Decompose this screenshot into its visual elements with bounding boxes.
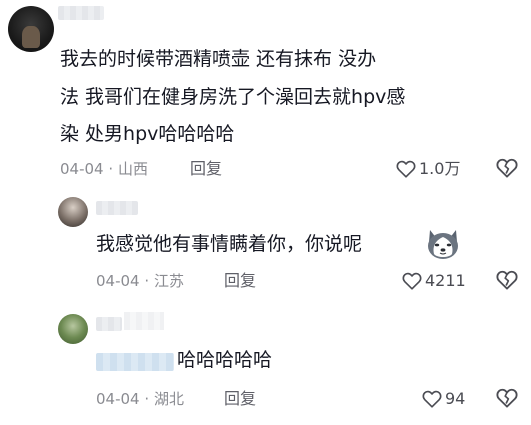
- reply-date: 04-04: [96, 272, 140, 290]
- username-obscured[interactable]: [96, 317, 122, 331]
- broken-heart-icon[interactable]: [496, 388, 518, 408]
- comment-meta: 04-04 · 山西: [60, 158, 148, 180]
- username-obscured[interactable]: [58, 6, 104, 20]
- mention-obscured[interactable]: [96, 353, 174, 371]
- reply-button[interactable]: 回复: [224, 388, 256, 410]
- comment-location: 山西: [117, 160, 148, 178]
- reply-location: 江苏: [153, 272, 184, 290]
- comment-text-line-1: 我去的时候带酒精喷壶 还有抹布 没办: [60, 48, 377, 70]
- reply-button[interactable]: 回复: [224, 270, 256, 292]
- meta-separator: ·: [108, 160, 114, 178]
- reply-date: 04-04: [96, 390, 140, 408]
- broken-heart-icon[interactable]: [496, 270, 518, 290]
- like-button[interactable]: 94: [422, 388, 465, 410]
- reply-meta: 04-04 · 江苏: [96, 270, 184, 292]
- reply-text: 哈哈哈哈哈: [177, 349, 273, 371]
- comment-text-line-3: 染 处男hpv哈哈哈哈: [60, 123, 235, 145]
- meta-separator: ·: [144, 272, 150, 290]
- avatar[interactable]: [8, 6, 54, 52]
- reply-button[interactable]: 回复: [190, 158, 222, 180]
- like-count: 1.0万: [419, 159, 461, 178]
- like-button[interactable]: 4211: [402, 270, 466, 292]
- avatar[interactable]: [58, 314, 88, 344]
- username-obscured[interactable]: [96, 201, 138, 215]
- comment-date: 04-04: [60, 160, 104, 178]
- comment-text-line-2: 法 我哥们在健身房洗了个澡回去就hpv感: [60, 86, 406, 108]
- reply-meta: 04-04 · 湖北: [96, 388, 184, 410]
- heart-outline-icon: [402, 272, 422, 290]
- husky-emoji-icon: [428, 230, 458, 259]
- meta-separator: ·: [144, 390, 150, 408]
- like-count: 94: [445, 389, 466, 408]
- like-count: 4211: [425, 271, 466, 290]
- like-button[interactable]: 1.0万: [396, 158, 460, 180]
- reply-location: 湖北: [153, 390, 184, 408]
- broken-heart-icon[interactable]: [496, 158, 518, 178]
- heart-outline-icon: [422, 390, 442, 408]
- avatar[interactable]: [58, 197, 88, 227]
- username-obscured-extension: [124, 312, 164, 330]
- reply-text: 我感觉他有事情瞒着你，你说呢: [96, 233, 363, 255]
- heart-outline-icon: [396, 160, 416, 178]
